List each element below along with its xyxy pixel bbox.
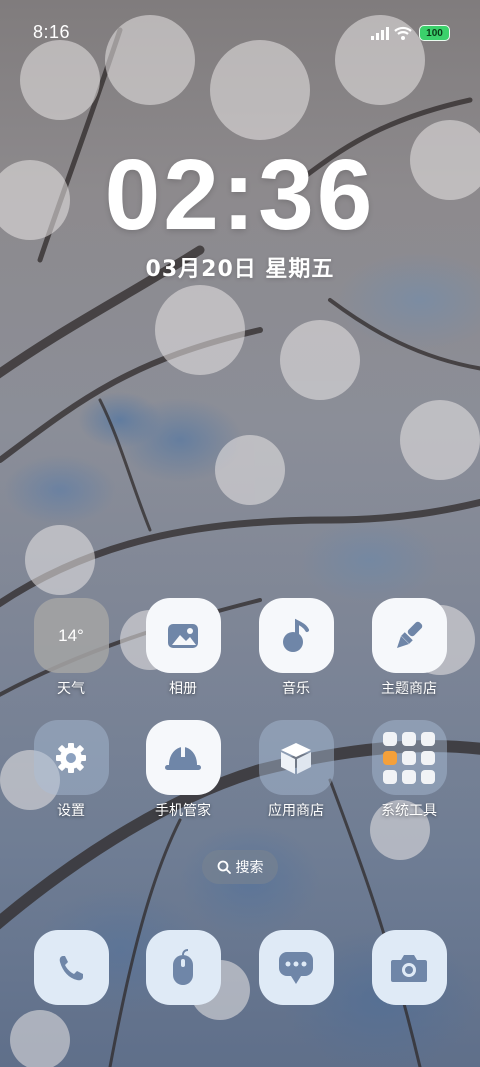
gear-icon[interactable] [33,720,109,795]
app-music[interactable]: 音乐 [251,598,341,698]
search-icon [217,860,231,874]
dock-camera[interactable] [364,930,454,1005]
app-label: 相册 [169,681,197,697]
app-label: 系统工具 [381,803,437,819]
dock-messages[interactable] [251,930,341,1005]
weather-widget[interactable]: 14° [33,598,109,673]
status-bar: 8:16 100 [0,0,480,66]
app-gallery[interactable]: 相册 [138,598,228,698]
camera-icon[interactable] [371,930,447,1005]
search-button[interactable]: 搜索 [202,850,278,884]
weather-temp: 14° [58,625,84,645]
gallery-icon[interactable] [145,598,221,673]
app-theme-store[interactable]: 主题商店 [364,598,454,698]
dock-browser[interactable] [138,930,228,1005]
app-label: 主题商店 [381,681,437,697]
folder-icon[interactable] [371,720,447,795]
app-label: 手机管家 [155,803,211,819]
signal-icon [371,27,389,40]
app-settings[interactable]: 设置 [26,720,116,820]
app-label: 应用商店 [268,803,324,819]
status-time: 8:16 [33,22,71,42]
wifi-icon [394,26,412,40]
lockscreen-clock[interactable]: 02:36 [0,140,480,250]
app-label: 音乐 [282,681,310,697]
music-icon[interactable] [258,598,334,673]
helmet-icon[interactable] [145,720,221,795]
app-label: 天气 [57,681,85,697]
phone-icon[interactable] [33,930,109,1005]
app-app-store[interactable]: 应用商店 [251,720,341,820]
app-label: 设置 [57,803,85,819]
battery-indicator: 100 [419,25,450,41]
app-folder-system-tools[interactable]: 系统工具 [364,720,454,820]
search-label: 搜索 [235,860,264,876]
lockscreen-date[interactable]: 03月20日 星期五 [0,251,480,283]
browser-icon[interactable] [145,930,221,1005]
message-icon[interactable] [258,930,334,1005]
box-icon[interactable] [258,720,334,795]
app-phone-manager[interactable]: 手机管家 [138,720,228,820]
dock-phone[interactable] [26,930,116,1005]
app-weather[interactable]: 14° 天气 [26,598,116,698]
brush-icon[interactable] [371,598,447,673]
